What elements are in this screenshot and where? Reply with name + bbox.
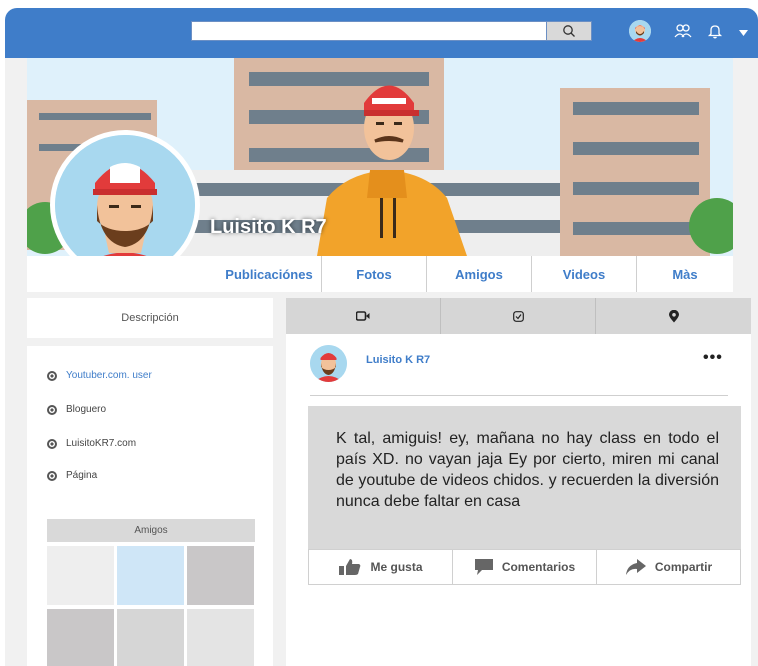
video-camera-icon — [356, 311, 370, 321]
share-icon — [625, 559, 646, 575]
info-item-label: LuisitoKR7.com — [66, 438, 137, 449]
avatar — [310, 345, 347, 382]
tab-videos[interactable]: Videos — [532, 256, 637, 292]
location-pin-icon — [668, 309, 679, 322]
info-item-label: Youtuber.com. user — [66, 370, 152, 381]
location-tab[interactable] — [596, 298, 751, 334]
tab-publicaciones[interactable]: Publicaciónes — [217, 256, 322, 292]
info-item-occupation: Bloguero — [47, 404, 106, 415]
info-item-domain[interactable]: LuisitoKR7.com — [47, 438, 136, 449]
post-text: K tal, amiguis! ey, mañana no hay class … — [308, 406, 741, 549]
friend-thumbnail[interactable] — [187, 609, 254, 666]
info-item-website[interactable]: Youtuber.com. user — [47, 370, 152, 381]
info-item-page[interactable]: Página — [47, 470, 97, 481]
profile-tabs: Publicaciónes Fotos Amigos Videos Màs — [27, 256, 733, 292]
friends-icon[interactable] — [673, 21, 693, 41]
friend-thumbnail[interactable] — [47, 546, 114, 605]
checkin-tab[interactable] — [441, 298, 596, 334]
bullet-icon — [47, 404, 57, 415]
friends-header: Amigos — [47, 519, 255, 542]
avatar — [55, 135, 195, 275]
bell-icon[interactable] — [705, 21, 725, 41]
friend-thumbnail[interactable] — [117, 546, 184, 605]
info-item-label: Página — [66, 470, 98, 481]
bullet-icon — [47, 370, 57, 381]
post-author-name[interactable]: Luisito K R7 — [366, 354, 430, 366]
comment-icon — [474, 559, 493, 575]
description-header: Descripción — [27, 298, 273, 338]
tab-amigos[interactable]: Amigos — [427, 256, 532, 292]
like-button[interactable]: Me gusta — [309, 550, 453, 584]
info-item-label: Bloguero — [66, 404, 107, 415]
tab-mas[interactable]: Màs — [637, 256, 733, 292]
profile-name: Luisito K R7 — [210, 216, 327, 238]
bullet-icon — [47, 470, 57, 481]
friend-thumbnail[interactable] — [117, 609, 184, 666]
profile-avatar-button[interactable] — [629, 20, 651, 42]
comment-button[interactable]: Comentarios — [453, 550, 597, 584]
app-frame: Luisito K R7 Publicaciónes Fotos Amigos … — [5, 8, 758, 666]
friend-thumbnail[interactable] — [187, 546, 254, 605]
bullet-icon — [47, 438, 57, 449]
caret-down-icon[interactable] — [738, 28, 748, 38]
share-label: Compartir — [654, 560, 713, 574]
post-author-avatar[interactable] — [310, 345, 347, 382]
post-composer-tabs — [286, 298, 751, 334]
post-options-icon[interactable]: ••• — [703, 349, 723, 367]
comment-label: Comentarios — [501, 560, 576, 574]
checkbox-icon — [512, 310, 524, 322]
friend-thumbnail[interactable] — [47, 609, 114, 666]
search-icon — [563, 25, 575, 37]
tab-fotos[interactable]: Fotos — [322, 256, 427, 292]
post-card: Luisito K R7 ••• K tal, amiguis! ey, mañ… — [286, 334, 751, 666]
share-button[interactable]: Compartir — [597, 550, 740, 584]
divider — [310, 395, 728, 396]
like-label: Me gusta — [370, 560, 423, 574]
video-tab[interactable] — [286, 298, 441, 334]
avatar — [629, 20, 651, 42]
search-input[interactable] — [191, 21, 592, 41]
post-actions: Me gusta Comentarios Compartir — [308, 549, 741, 585]
search-button[interactable] — [546, 21, 592, 41]
thumbs-up-icon — [339, 559, 361, 575]
top-navigation-bar — [5, 8, 758, 58]
